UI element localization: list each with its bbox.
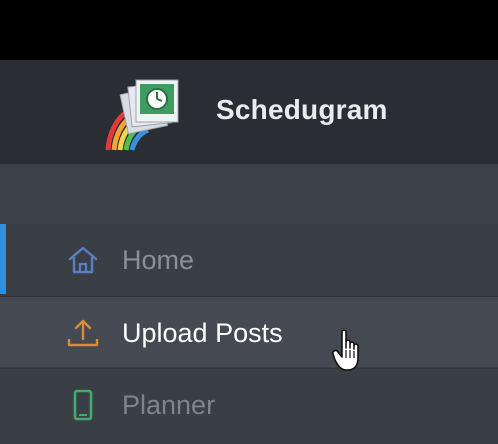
- sidebar-item-label: Home: [122, 245, 195, 275]
- top-letterbox: [0, 0, 498, 60]
- home-icon: [68, 246, 98, 274]
- sidebar-item-home[interactable]: Home: [0, 224, 498, 294]
- sidebar-item-label: Planner: [122, 390, 216, 420]
- upload-icon: [67, 319, 99, 347]
- sidebar-item-upload-posts[interactable]: Upload Posts: [0, 296, 498, 367]
- sidebar: Home Upload Posts Planner: [0, 164, 498, 444]
- sidebar-item-label: Upload Posts: [122, 318, 283, 348]
- app-name[interactable]: Schedugram: [216, 94, 388, 126]
- sidebar-spacer: [0, 164, 498, 224]
- schedugram-logo-icon[interactable]: [104, 76, 188, 152]
- active-indicator: [0, 224, 6, 294]
- app-window: Schedugram Home Upload Posts Planner: [0, 0, 498, 444]
- phone-icon: [73, 389, 93, 421]
- brand-header: Schedugram: [0, 60, 498, 164]
- hand-pointer-icon: [332, 329, 359, 371]
- sidebar-item-planner[interactable]: Planner: [0, 368, 498, 439]
